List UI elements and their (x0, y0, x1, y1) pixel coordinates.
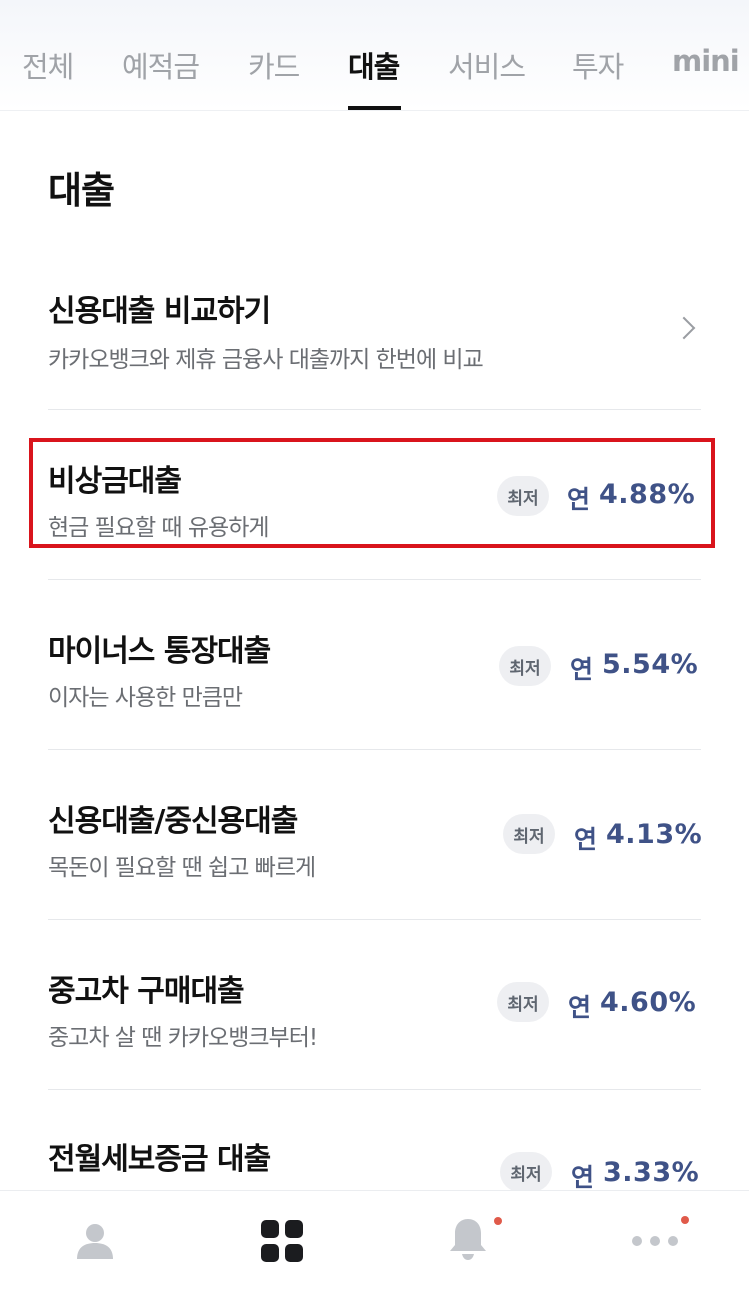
rate-prefix: 연 (570, 655, 594, 684)
loan-item-used-car[interactable]: 중고차 구매대출 중고차 살 땐 카카오뱅크부터! 최저 연 4.60% (0, 920, 749, 1090)
tab-mini[interactable]: mini (672, 44, 740, 78)
lowest-badge: 최저 (503, 814, 555, 854)
category-tab-bar: 전체 예적금 카드 대출 서비스 투자 mini (0, 0, 749, 111)
tab-card[interactable]: 카드 (248, 44, 300, 86)
lowest-badge: 최저 (499, 646, 551, 686)
tab-all[interactable]: 전체 (22, 44, 74, 86)
nav-more-button[interactable] (561, 1191, 748, 1291)
nav-products-button[interactable] (187, 1191, 374, 1291)
chevron-right-icon (672, 316, 696, 340)
loan-title: 신용대출/중신용대출 (48, 804, 298, 839)
loan-title: 중고차 구매대출 (48, 974, 245, 1009)
loan-subtitle: 목돈이 필요할 땐 쉽고 빠르게 (48, 855, 316, 881)
compare-loans-subtitle: 카카오뱅크와 제휴 금융사 대출까지 한번에 비교 (48, 347, 484, 373)
loan-title: 전월세보증금 대출 (48, 1142, 271, 1177)
lowest-badge: 최저 (497, 982, 549, 1022)
tab-loan[interactable]: 대출 (348, 44, 400, 86)
page-title: 대출 (48, 169, 115, 212)
rate-value: 4.13% (606, 819, 703, 850)
grid-icon (261, 1220, 303, 1262)
tab-service[interactable]: 서비스 (448, 44, 526, 86)
person-icon (77, 1224, 113, 1259)
tab-invest[interactable]: 투자 (572, 44, 624, 86)
bottom-navigation (0, 1190, 749, 1291)
rate-prefix: 연 (571, 1163, 595, 1192)
lowest-badge: 최저 (500, 1152, 552, 1192)
tab-savings[interactable]: 예적금 (122, 44, 200, 86)
loan-item-jeonse[interactable]: 전월세보증금 대출 최저 연 3.33% (0, 1090, 749, 1192)
more-icon (632, 1236, 678, 1246)
loan-item-credit[interactable]: 신용대출/중신용대출 목돈이 필요할 땐 쉽고 빠르게 최저 연 4.13% (0, 750, 749, 920)
highlight-box (29, 438, 715, 548)
loan-item-minus-account[interactable]: 마이너스 통장대출 이자는 사용한 만큼만 최저 연 5.54% (0, 580, 749, 750)
rate-value: 4.60% (600, 987, 697, 1018)
notification-dot (681, 1216, 689, 1224)
notification-dot (494, 1217, 502, 1225)
nav-notifications-button[interactable] (374, 1191, 561, 1291)
loan-subtitle: 중고차 살 땐 카카오뱅크부터! (48, 1025, 318, 1051)
rate-prefix: 연 (574, 825, 598, 854)
active-tab-indicator (348, 106, 401, 110)
compare-loans-title: 신용대출 비교하기 (48, 294, 271, 329)
rate-value: 5.54% (602, 649, 699, 680)
loan-subtitle: 이자는 사용한 만큼만 (48, 685, 243, 711)
compare-loans-row[interactable]: 신용대출 비교하기 카카오뱅크와 제휴 금융사 대출까지 한번에 비교 (0, 270, 749, 410)
bell-icon (450, 1219, 486, 1260)
rate-prefix: 연 (568, 993, 592, 1022)
rate-value: 3.33% (603, 1157, 700, 1188)
nav-profile-button[interactable] (0, 1191, 187, 1291)
loan-title: 마이너스 통장대출 (48, 634, 271, 669)
